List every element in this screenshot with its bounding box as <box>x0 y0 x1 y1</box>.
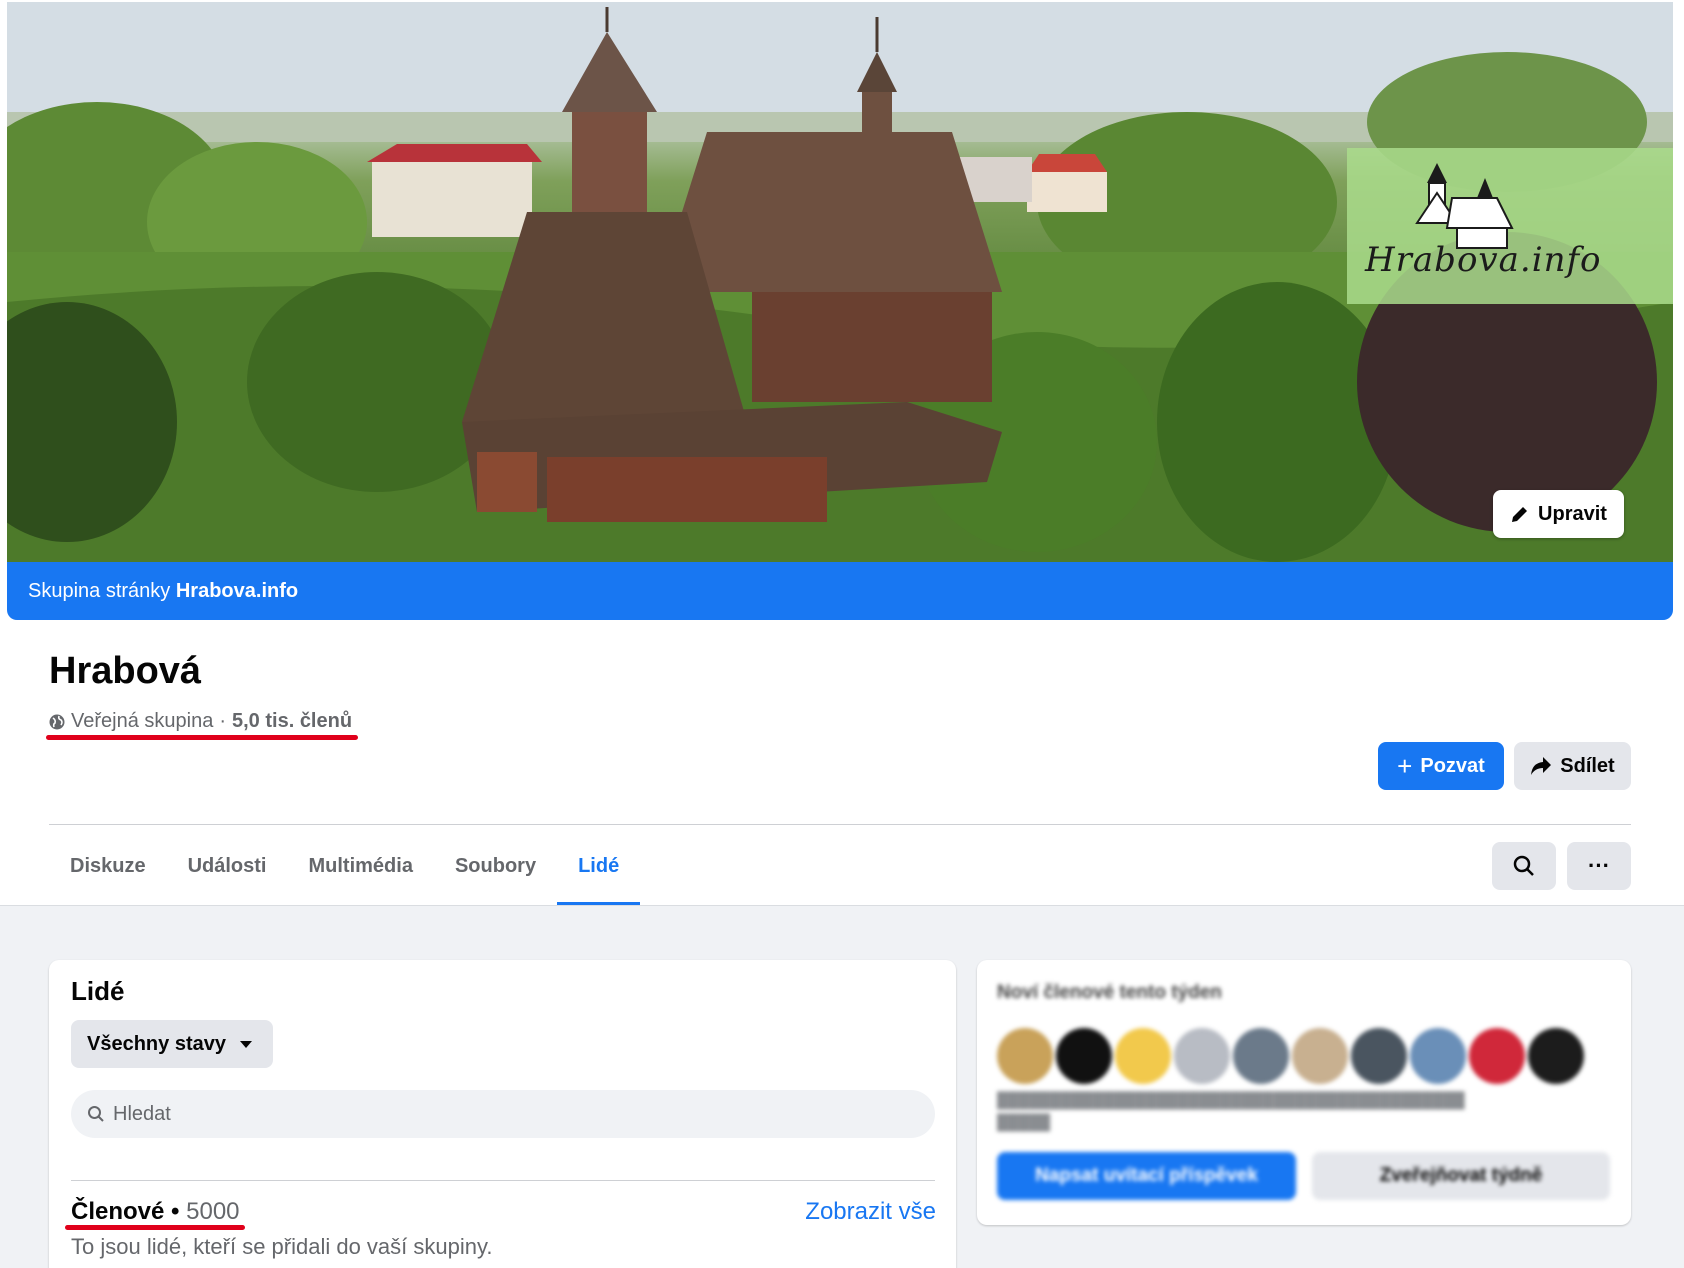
members-dot: • <box>164 1198 187 1225</box>
new-member-avatar[interactable] <box>1115 1028 1171 1084</box>
facebook-group-page: Hrabova.info Skupina stránky Hrabova.inf… <box>0 0 1684 1268</box>
group-privacy[interactable]: Veřejná skupina <box>71 710 213 733</box>
tab-diskuze[interactable]: Diskuze <box>49 826 167 906</box>
group-tabs: Diskuze Události Multimédia Soubory Lidé <box>49 826 641 906</box>
new-members-avatars <box>997 1028 1584 1084</box>
red-annotation-underline <box>65 1225 245 1230</box>
tab-multimedia[interactable]: Multimédia <box>288 826 434 906</box>
share-arrow-icon <box>1531 757 1552 775</box>
new-member-avatar[interactable] <box>997 1028 1053 1084</box>
pencil-icon <box>1512 507 1528 522</box>
more-dots-icon: ··· <box>1588 853 1610 878</box>
members-count: 5000 <box>186 1198 240 1225</box>
tab-udalosti[interactable]: Události <box>167 826 288 906</box>
globe-icon <box>49 714 65 729</box>
new-member-avatar[interactable] <box>1233 1028 1289 1084</box>
cover-area: Hrabova.info Skupina stránky Hrabova.inf… <box>7 2 1673 620</box>
more-options-button[interactable]: ··· <box>1567 842 1631 890</box>
people-title: Lidé <box>71 976 125 1006</box>
people-card: Lidé Všechny stavy Hledat Členové • 5000… <box>49 960 956 1268</box>
group-meta: Veřejná skupina · 5,0 tis. členů <box>49 710 352 733</box>
status-filter-label: Všechny stavy <box>87 1032 226 1055</box>
new-member-avatar[interactable] <box>1292 1028 1348 1084</box>
card-divider <box>71 1180 935 1181</box>
new-member-avatar[interactable] <box>1351 1028 1407 1084</box>
share-label: Sdílet <box>1560 754 1615 777</box>
share-button[interactable]: Sdílet <box>1514 742 1631 790</box>
members-description: To jsou lidé, kteří se přidali do vaší s… <box>71 1234 493 1259</box>
new-members-title: Noví členové tento týden <box>997 982 1222 1003</box>
tab-lide[interactable]: Lidé <box>557 826 641 906</box>
new-member-avatar[interactable] <box>1528 1028 1584 1084</box>
members-search-input[interactable]: Hledat <box>71 1090 935 1138</box>
search-icon <box>1513 855 1534 876</box>
group-member-count[interactable]: 5,0 tis. členů <box>232 710 352 733</box>
new-member-avatar[interactable] <box>1174 1028 1230 1084</box>
status-filter-dropdown[interactable]: Všechny stavy <box>71 1020 273 1068</box>
banner-page-link[interactable]: Hrabova.info <box>176 580 298 602</box>
new-members-card: Noví členové tento týden ███████████████… <box>977 960 1631 1225</box>
header-divider <box>49 824 1631 825</box>
new-member-avatar[interactable] <box>1410 1028 1466 1084</box>
red-annotation-underline <box>46 735 358 740</box>
see-all-link[interactable]: Zobrazit vše <box>805 1198 936 1226</box>
tab-soubory[interactable]: Soubory <box>434 826 557 906</box>
logo-overlay: Hrabova.info <box>1347 148 1673 304</box>
caret-down-icon <box>239 1040 252 1048</box>
new-members-description: ████████████████████████████████████████… <box>997 1092 1465 1131</box>
publish-weekly-button[interactable]: Zveřejňovat týdně <box>1312 1152 1610 1200</box>
edit-cover-button[interactable]: Upravit <box>1493 490 1624 538</box>
banner-prefix: Skupina stránky <box>28 580 176 602</box>
new-member-avatar[interactable] <box>1056 1028 1112 1084</box>
invite-label: Pozvat <box>1420 754 1485 777</box>
logo-text: Hrabova.info <box>1365 240 1602 280</box>
search-placeholder: Hledat <box>113 1102 171 1125</box>
invite-button[interactable]: + Pozvat <box>1378 742 1504 790</box>
edit-cover-label: Upravit <box>1538 502 1607 525</box>
write-welcome-post-button[interactable]: Napsat uvítací příspěvek <box>997 1152 1296 1200</box>
cover-photo: Hrabova.info <box>7 2 1673 562</box>
members-label: Členové <box>71 1198 165 1225</box>
meta-separator: · <box>219 710 226 732</box>
group-name: Hrabová <box>49 650 202 692</box>
members-heading: Členové • 5000 <box>71 1198 240 1226</box>
new-member-avatar[interactable] <box>1469 1028 1525 1084</box>
search-group-button[interactable] <box>1492 842 1556 890</box>
plus-icon: + <box>1397 751 1413 781</box>
search-icon <box>88 1106 104 1122</box>
cover-banner[interactable]: Skupina stránky Hrabova.info <box>7 562 1673 620</box>
